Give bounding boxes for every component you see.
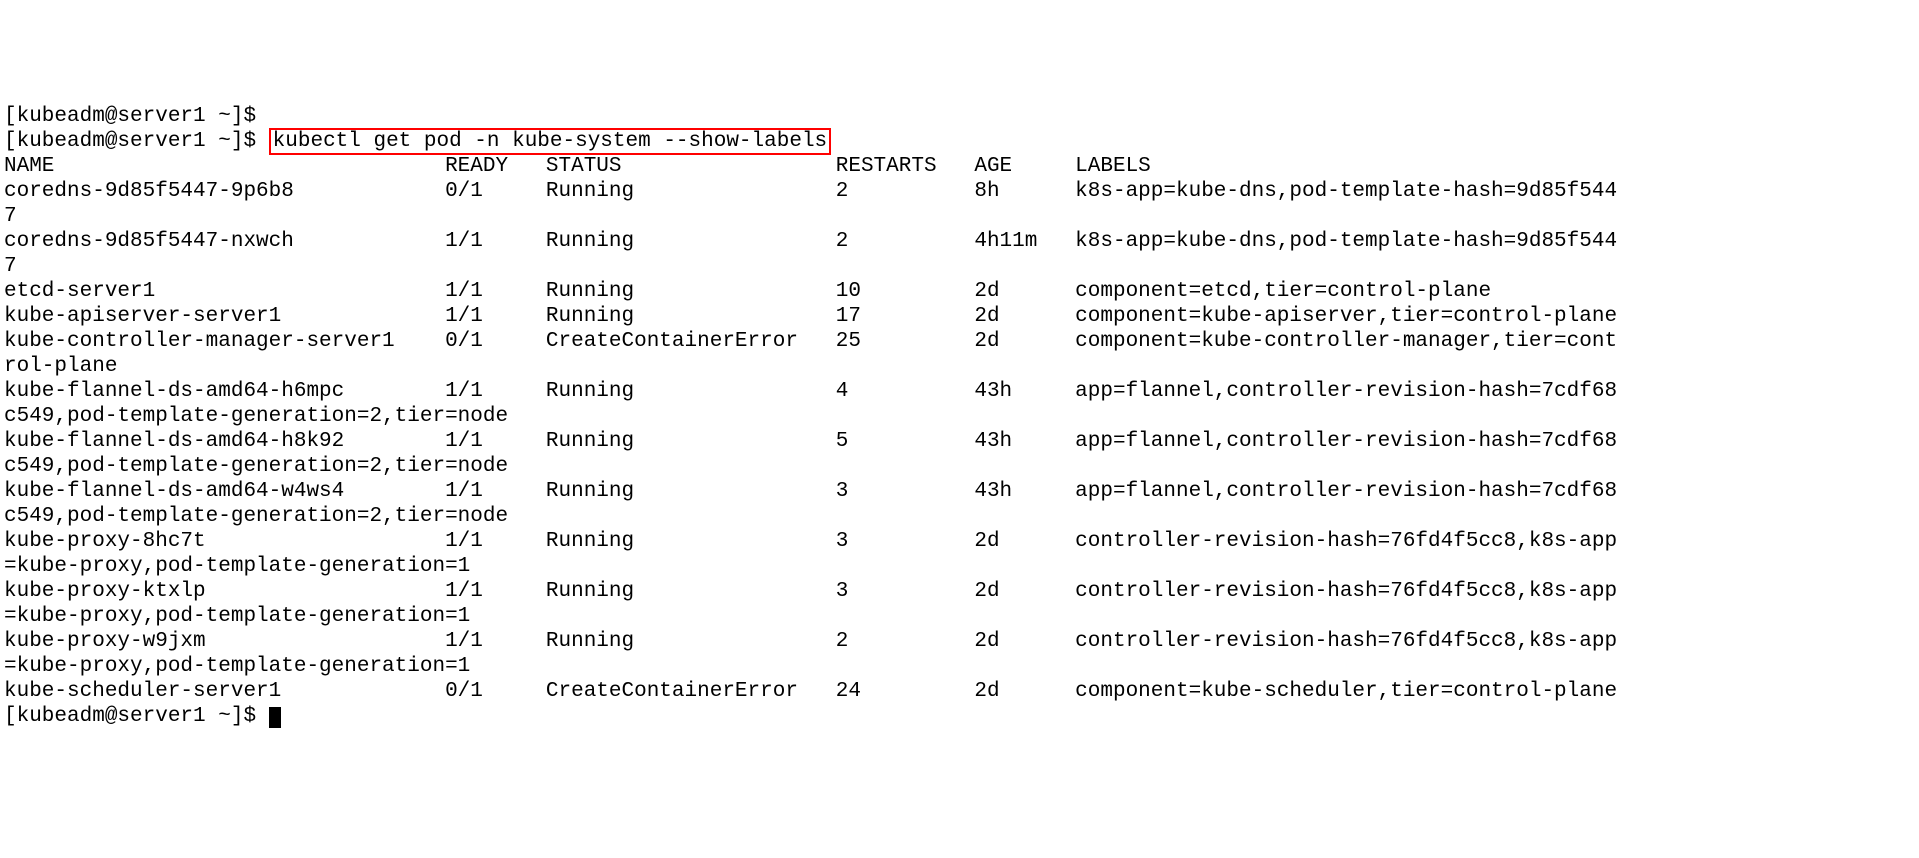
table-row: kube-apiserver-server1 1/1 Running 17 2d… — [4, 305, 1617, 328]
table-row: coredns-9d85f5447-9p6b8 0/1 Running 2 8h… — [4, 180, 1617, 228]
prompt-line: [kubeadm@server1 ~]$ — [4, 105, 269, 128]
table-row: etcd-server1 1/1 Running 10 2d component… — [4, 280, 1491, 303]
table-row: kube-flannel-ds-amd64-h8k92 1/1 Running … — [4, 430, 1617, 478]
cursor — [269, 707, 281, 728]
table-row: coredns-9d85f5447-nxwch 1/1 Running 2 4h… — [4, 230, 1617, 278]
prompt-line: [kubeadm@server1 ~]$ — [4, 705, 269, 728]
table-row: kube-scheduler-server1 0/1 CreateContain… — [4, 680, 1617, 703]
table-row: kube-flannel-ds-amd64-h6mpc 1/1 Running … — [4, 380, 1617, 428]
table-header: NAME READY STATUS RESTARTS AGE LABELS — [4, 155, 1151, 178]
table-row: kube-controller-manager-server1 0/1 Crea… — [4, 330, 1617, 378]
table-row: kube-proxy-8hc7t 1/1 Running 3 2d contro… — [4, 530, 1617, 578]
table-row: kube-flannel-ds-amd64-w4ws4 1/1 Running … — [4, 480, 1617, 528]
command-highlight: kubectl get pod -n kube-system --show-la… — [269, 128, 832, 155]
table-row: kube-proxy-w9jxm 1/1 Running 2 2d contro… — [4, 630, 1617, 678]
prompt-line: [kubeadm@server1 ~]$ — [4, 130, 269, 153]
terminal-output[interactable]: [kubeadm@server1 ~]$ [kubeadm@server1 ~]… — [4, 104, 1915, 729]
table-row: kube-proxy-ktxlp 1/1 Running 3 2d contro… — [4, 580, 1617, 628]
